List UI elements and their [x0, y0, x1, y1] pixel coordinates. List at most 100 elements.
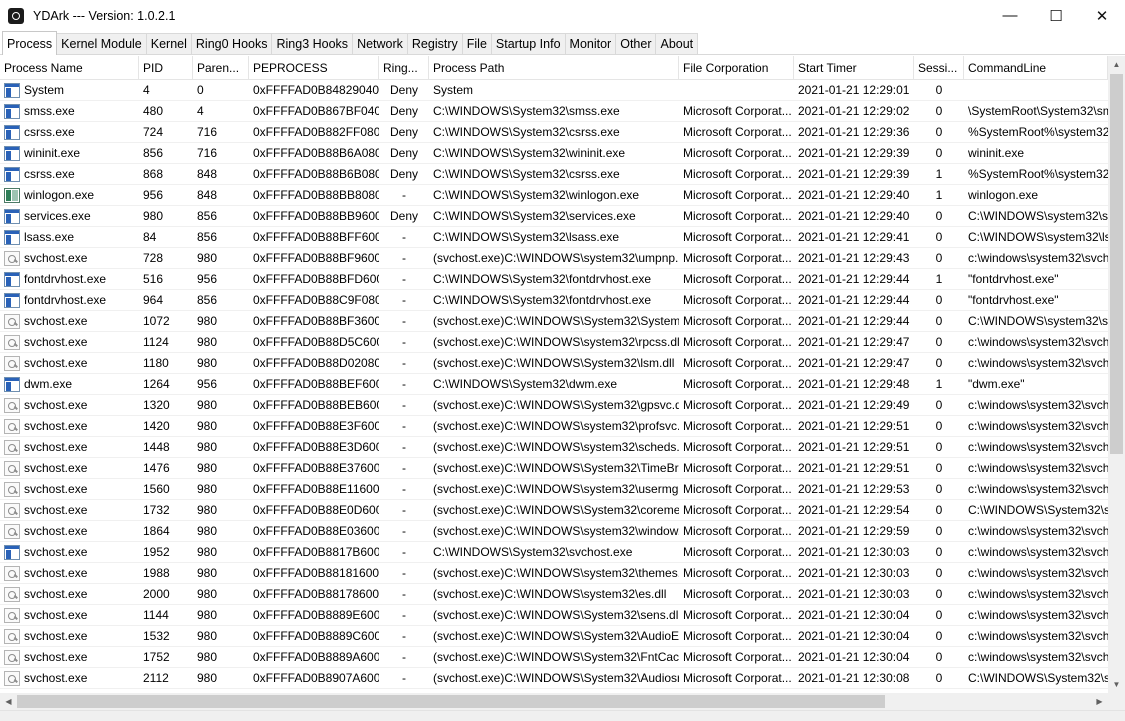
cell-parent-pid: 980 [197, 587, 218, 601]
table-row[interactable]: svchost.exe 728 980 0xFFFFAD0B88BF9600 - (svc… [0, 248, 1108, 269]
table-row[interactable]: svchost.exe 1476 980 0xFFFFAD0B88E37600 - (sv… [0, 458, 1108, 479]
cell-pid: 956 [143, 188, 164, 202]
table-row[interactable]: svchost.exe 1732 980 0xFFFFAD0B88E0D600 - (sv… [0, 500, 1108, 521]
cell-ring: - [402, 377, 406, 391]
scroll-right-button[interactable]: ▶ [1091, 693, 1108, 710]
table-row[interactable]: dwm.exe 1264 956 0xFFFFAD0B88BEF600 - C:\WIND… [0, 374, 1108, 395]
header-commandline[interactable]: CommandLine [964, 56, 1108, 80]
cell-peprocess: 0xFFFFAD0B8907A600 [253, 671, 379, 685]
cell-ring: - [402, 335, 406, 349]
cell-process-name: winlogon.exe [24, 188, 95, 202]
minimize-button[interactable]: — [987, 0, 1033, 31]
cell-pid: 1320 [143, 398, 170, 412]
table-row[interactable]: svchost.exe 1752 980 0xFFFFAD0B8889A600 - (sv… [0, 647, 1108, 668]
cell-peprocess: 0xFFFFAD0B8889E600 [253, 608, 379, 622]
table-row[interactable]: csrss.exe 868 848 0xFFFFAD0B88B6B080 Deny C:\… [0, 164, 1108, 185]
table-row[interactable]: winlogon.exe 956 848 0xFFFFAD0B88BB8080 - C:\… [0, 185, 1108, 206]
tab-startup-info[interactable]: Startup Info [490, 33, 566, 54]
cell-pid: 1560 [143, 482, 170, 496]
cell-peprocess: 0xFFFFAD0B84829040 [253, 83, 379, 97]
cell-commandline: "dwm.exe" [968, 377, 1025, 391]
table-row[interactable]: lsass.exe 84 856 0xFFFFAD0B88BFF600 - C:\WIND… [0, 227, 1108, 248]
cell-pid: 1732 [143, 503, 170, 517]
table-row[interactable]: fontdrvhost.exe 964 856 0xFFFFAD0B88C9F080 -… [0, 290, 1108, 311]
cell-pid: 2112 [143, 671, 169, 685]
table-row[interactable]: svchost.exe 2000 980 0xFFFFAD0B88178600 - (sv… [0, 584, 1108, 605]
cell-process-path: System [433, 83, 474, 97]
tab-network[interactable]: Network [352, 33, 408, 54]
tab-kernel[interactable]: Kernel [145, 33, 192, 54]
table-row[interactable]: svchost.exe 1144 980 0xFFFFAD0B8889E600 - (sv… [0, 605, 1108, 626]
header-file-corporation[interactable]: File Corporation [679, 56, 794, 80]
tab-process[interactable]: Process [2, 31, 58, 55]
header-session[interactable]: Sessi... [914, 56, 964, 80]
tab-monitor[interactable]: Monitor [564, 33, 617, 54]
cell-process-name: smss.exe [24, 104, 75, 118]
vertical-scrollbar[interactable]: ▲ ▼ [1108, 56, 1125, 693]
header-process-path[interactable]: Process Path [429, 56, 679, 80]
horizontal-scrollbar[interactable]: ◀ ▶ [0, 693, 1108, 710]
cell-file-corporation: Microsoft Corporat... [683, 251, 792, 265]
cell-ring: - [402, 440, 406, 454]
title-bar[interactable]: YDArk --- Version: 1.0.2.1 — ☐ ✕ [0, 0, 1125, 31]
header-process-name[interactable]: Process Name [0, 56, 139, 80]
cell-pid: 4 [143, 83, 150, 97]
header-ring[interactable]: Ring... [379, 56, 429, 80]
tab-other[interactable]: Other [615, 33, 657, 54]
table-row[interactable]: svchost.exe 1180 980 0xFFFFAD0B88D02080 - (sv… [0, 353, 1108, 374]
header-peprocess[interactable]: PEPROCESS [249, 56, 379, 80]
table-row[interactable]: svchost.exe 1420 980 0xFFFFAD0B88E3F600 - (sv… [0, 416, 1108, 437]
header-pid[interactable]: PID [139, 56, 193, 80]
maximize-button[interactable]: ☐ [1033, 0, 1079, 31]
table-row[interactable]: svchost.exe 1124 980 0xFFFFAD0B88D5C600 - (sv… [0, 332, 1108, 353]
scroll-up-button[interactable]: ▲ [1108, 56, 1125, 73]
cell-process-path: (svchost.exe)C:\WINDOWS\System32\TimeBr.… [433, 461, 679, 475]
table-row[interactable]: svchost.exe 1448 980 0xFFFFAD0B88E3D600 - (sv… [0, 437, 1108, 458]
cell-process-name: svchost.exe [24, 671, 88, 685]
cell-session: 0 [935, 503, 943, 517]
table-row[interactable]: services.exe 980 856 0xFFFFAD0B88BB9600 Deny… [0, 206, 1108, 227]
cell-process-path: (svchost.exe)C:\WINDOWS\System32\sens.dl… [433, 608, 679, 622]
table-row[interactable]: svchost.exe 1560 980 0xFFFFAD0B88E11600 - (sv… [0, 479, 1108, 500]
cell-process-path: (svchost.exe)C:\WINDOWS\System32\AudioE.… [433, 629, 679, 643]
scroll-down-button[interactable]: ▼ [1108, 676, 1125, 693]
cell-parent-pid: 856 [197, 230, 218, 244]
table-row[interactable]: csrss.exe 724 716 0xFFFFAD0B882FF080 Deny C:\… [0, 122, 1108, 143]
table-row[interactable]: svchost.exe 2112 980 0xFFFFAD0B8907A600 - (sv… [0, 668, 1108, 689]
cell-pid: 728 [143, 251, 164, 265]
table-row[interactable]: svchost.exe 1952 980 0xFFFFAD0B8817B600 - C:\… [0, 542, 1108, 563]
tab-ring0-hooks[interactable]: Ring0 Hooks [190, 33, 273, 54]
table-row[interactable]: svchost.exe 1532 980 0xFFFFAD0B8889C600 - (sv… [0, 626, 1108, 647]
cell-parent-pid: 980 [197, 482, 218, 496]
scroll-left-button[interactable]: ◀ [0, 693, 17, 710]
cell-pid: 2000 [143, 587, 170, 601]
tab-registry[interactable]: Registry [406, 33, 463, 54]
table-row[interactable]: wininit.exe 856 716 0xFFFFAD0B88B6A080 Deny C… [0, 143, 1108, 164]
cell-parent-pid: 980 [197, 356, 218, 370]
cell-process-name: svchost.exe [24, 398, 88, 412]
vertical-scroll-thumb[interactable] [1110, 74, 1123, 454]
table-row[interactable]: svchost.exe 1988 980 0xFFFFAD0B88181600 - (sv… [0, 563, 1108, 584]
cell-parent-pid: 956 [197, 377, 218, 391]
cell-peprocess: 0xFFFFAD0B867BF040 [253, 104, 379, 118]
cell-pid: 1864 [143, 524, 170, 538]
horizontal-scroll-thumb[interactable] [17, 695, 885, 708]
table-row[interactable]: smss.exe 480 4 0xFFFFAD0B867BF040 Deny C:\WIN… [0, 101, 1108, 122]
cell-file-corporation: Microsoft Corporat... [683, 419, 792, 433]
table-row[interactable]: fontdrvhost.exe 516 956 0xFFFFAD0B88BFD600 -… [0, 269, 1108, 290]
header-parent[interactable]: Paren... [193, 56, 249, 80]
tab-ring3-hooks[interactable]: Ring3 Hooks [271, 33, 354, 54]
cell-commandline: c:\windows\system32\svcho [968, 608, 1108, 622]
table-row[interactable]: svchost.exe 1072 980 0xFFFFAD0B88BF3600 - (sv… [0, 311, 1108, 332]
header-start-timer[interactable]: Start Timer [794, 56, 914, 80]
process-list[interactable]: Process Name PID Paren... PEPROCESS Ring... P… [0, 56, 1125, 693]
tab-kernel-module[interactable]: Kernel Module [56, 33, 147, 54]
close-button[interactable]: ✕ [1079, 0, 1125, 31]
tab-file[interactable]: File [461, 33, 492, 54]
cell-process-name: services.exe [24, 209, 91, 223]
tab-about[interactable]: About [655, 33, 699, 54]
table-row[interactable]: System 4 0 0xFFFFAD0B84829040 Deny System 2021… [0, 80, 1108, 101]
table-row[interactable]: svchost.exe 1864 980 0xFFFFAD0B88E03600 - (sv… [0, 521, 1108, 542]
table-row[interactable]: svchost.exe 1320 980 0xFFFFAD0B88BEB600 - (sv… [0, 395, 1108, 416]
cell-ring: - [402, 545, 406, 559]
